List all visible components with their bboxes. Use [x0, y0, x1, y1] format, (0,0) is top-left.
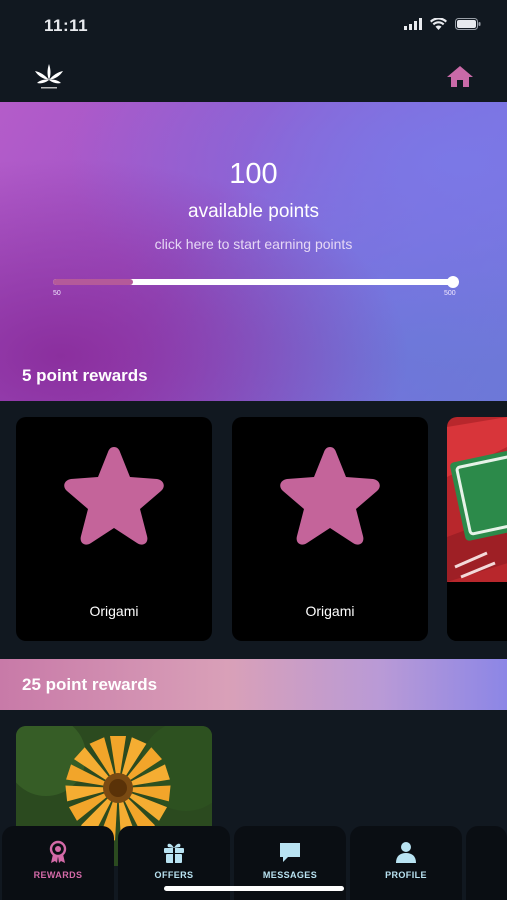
progress-knob	[447, 276, 459, 288]
reward-card[interactable]	[447, 417, 507, 641]
money-card-image	[447, 417, 507, 641]
points-hero: 100 available points click here to start…	[0, 102, 507, 401]
app-header	[0, 50, 507, 102]
tab-label: MESSAGES	[262, 870, 318, 880]
tab-rewards[interactable]: REWARDS	[2, 826, 114, 900]
tab-label: PROFILE	[385, 870, 427, 880]
home-indicator	[164, 886, 344, 891]
tab-profile[interactable]: PROFILE	[350, 826, 462, 900]
reward-card[interactable]: Origami	[232, 417, 428, 641]
tab-more[interactable]	[466, 826, 507, 900]
chat-bubble-icon	[280, 843, 300, 862]
reward-card[interactable]: Origami	[16, 417, 212, 641]
reward-card-label: Origami	[89, 603, 139, 619]
section-title: 5 point rewards	[22, 366, 148, 385]
star-icon	[64, 447, 164, 545]
progress-min-label: 50	[53, 290, 61, 297]
earn-points-link[interactable]: click here to start earning points	[0, 236, 507, 252]
reward-card-label: Origami	[305, 603, 355, 619]
progress-fill	[53, 279, 133, 285]
section-band: 25 point rewards	[0, 659, 507, 710]
available-points-value: 100	[229, 158, 278, 190]
gift-icon	[164, 843, 184, 863]
available-points-label: available points	[188, 201, 319, 222]
award-ribbon-icon	[49, 840, 67, 863]
cannabis-leaf-logo	[35, 64, 63, 89]
user-icon	[396, 842, 416, 863]
home-icon[interactable]	[446, 64, 474, 88]
rewards-row-5: Origami Origami	[0, 401, 507, 659]
tab-label: OFFERS	[154, 870, 194, 880]
points-progress-bar	[53, 276, 459, 288]
star-icon	[280, 447, 380, 545]
progress-max-label: 500	[444, 290, 456, 297]
status-time: 11:11	[44, 16, 89, 35]
battery-icon	[455, 18, 481, 30]
section-title: 25 point rewards	[22, 675, 158, 694]
status-bar: 11:11	[0, 0, 507, 50]
wifi-icon	[430, 18, 447, 30]
status-icons	[404, 18, 481, 30]
signal-icon	[404, 18, 422, 30]
tab-label: REWARDS	[33, 870, 83, 880]
